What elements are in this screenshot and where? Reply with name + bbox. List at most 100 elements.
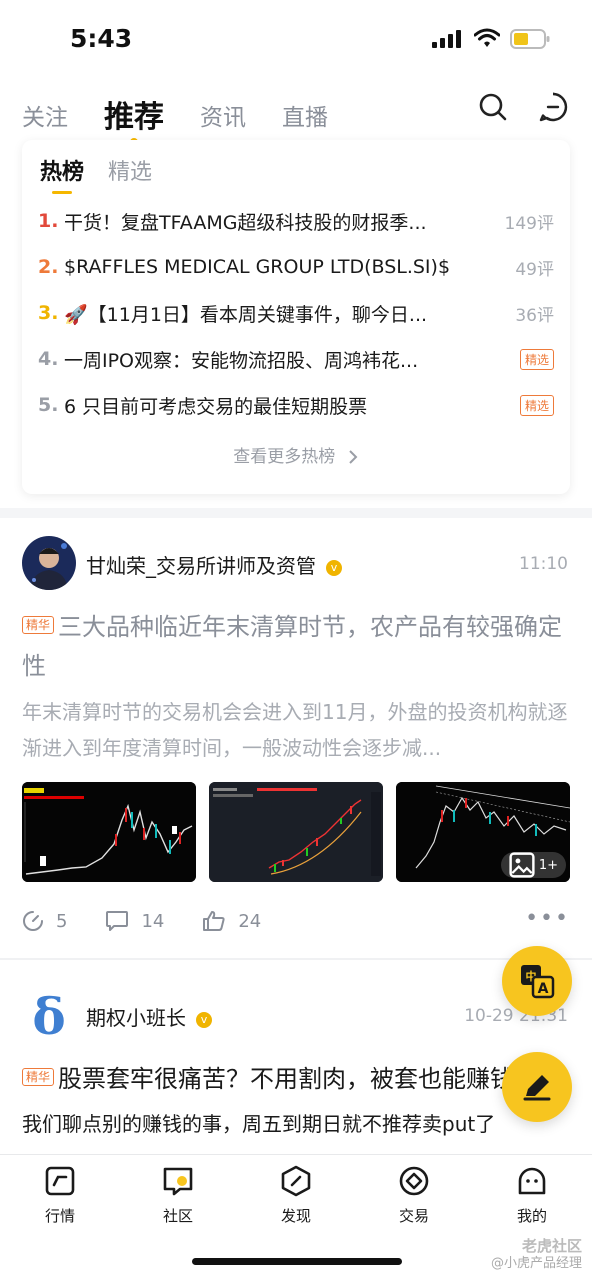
essence-badge: 精华 bbox=[22, 616, 55, 634]
more-images-badge: 1+ bbox=[500, 852, 566, 878]
list-item[interactable]: 2. $RAFFLES MEDICAL GROUP LTD(BSL.SI)$ 4… bbox=[38, 244, 554, 290]
like-button[interactable]: 24 bbox=[202, 910, 261, 932]
watermark: 老虎社区 @小虎产品经理 bbox=[491, 1238, 582, 1272]
section-divider bbox=[0, 958, 592, 960]
image-icon bbox=[509, 852, 535, 878]
nav-discover-label: 发现 bbox=[280, 1207, 311, 1225]
hot-item-title: 干货！复盘TFAAMG超级科技股的财报季... bbox=[64, 211, 427, 234]
hot-list-card: 热榜 精选 1. 干货！复盘TFAAMG超级科技股的财报季... 149评 2.… bbox=[22, 140, 570, 494]
tab-news[interactable]: 资讯 bbox=[200, 98, 246, 138]
profile-icon bbox=[518, 1167, 546, 1195]
more-images-count: 1+ bbox=[538, 857, 558, 873]
trade-icon bbox=[399, 1166, 429, 1196]
battery-icon bbox=[510, 29, 550, 49]
watermark-author: @小虎产品经理 bbox=[490, 1256, 582, 1271]
nav-market-label: 行情 bbox=[44, 1207, 75, 1225]
post-title[interactable]: 精华 三大品种临近年末清算时节，农产品有较强确定性 bbox=[22, 608, 562, 686]
post-title-text: 股票套牢很痛苦？不用割肉，被套也能赚钱 bbox=[58, 1065, 515, 1093]
verified-badge-icon: v bbox=[196, 1011, 212, 1028]
comment-count: 49评 bbox=[515, 259, 554, 280]
list-item[interactable]: 4. 一周IPO观察：安能物流招股、周鸿袆花... 精选 bbox=[38, 336, 554, 382]
chart-thumbnail[interactable]: 1+ bbox=[396, 782, 570, 882]
view-more-hot-link[interactable]: 查看更多热榜 bbox=[22, 442, 570, 467]
chart-thumbnail[interactable] bbox=[22, 782, 196, 882]
featured-badge: 精选 bbox=[519, 348, 554, 370]
avatar[interactable] bbox=[22, 536, 76, 590]
comment-button[interactable]: 14 bbox=[105, 910, 164, 932]
rank-number: 1. bbox=[38, 210, 59, 232]
svg-text:δ: δ bbox=[32, 988, 65, 1042]
market-icon bbox=[45, 1166, 75, 1196]
author-name[interactable]: 甘灿荣_交易所讲师及资管 v bbox=[86, 550, 342, 579]
like-count-value: 24 bbox=[238, 910, 262, 932]
comment-count: 149评 bbox=[504, 213, 554, 234]
translate-button[interactable]: 中 A bbox=[502, 946, 572, 1016]
status-bar: 5:43 bbox=[0, 0, 592, 80]
home-indicator[interactable] bbox=[192, 1258, 402, 1265]
post-title-text: 三大品种临近年末清算时节，农产品有较强确定性 bbox=[22, 613, 563, 680]
pencil-icon bbox=[523, 1075, 551, 1101]
nav-trade[interactable]: 交易 bbox=[374, 1165, 454, 1226]
author-label: 甘灿荣_交易所讲师及资管 bbox=[86, 554, 316, 578]
compass-icon bbox=[281, 1165, 311, 1197]
chart-thumbnail[interactable] bbox=[209, 782, 383, 882]
hot-item-title: 🚀【11月1日】看本周关键事件，聊今日... bbox=[64, 303, 428, 326]
list-item[interactable]: 3. 🚀【11月1日】看本周关键事件，聊今日... 36评 bbox=[38, 290, 554, 336]
post-actions: 5 14 24 ••• bbox=[22, 906, 570, 936]
status-time: 5:43 bbox=[70, 24, 133, 53]
nav-community-label: 社区 bbox=[162, 1207, 193, 1225]
tab-follow[interactable]: 关注 bbox=[22, 98, 68, 138]
nav-trade-label: 交易 bbox=[398, 1207, 429, 1225]
thumbs-up-icon bbox=[203, 911, 225, 931]
comment-count: 36评 bbox=[515, 305, 554, 326]
hot-item-title: 6 只目前可考虑交易的最佳短期股票 bbox=[64, 395, 368, 418]
list-item[interactable]: 1. 干货！复盘TFAAMG超级科技股的财报季... 149评 bbox=[38, 198, 554, 244]
comment-count-value: 14 bbox=[141, 910, 165, 932]
list-item[interactable]: 5. 6 只目前可考虑交易的最佳短期股票 精选 bbox=[38, 382, 554, 428]
section-divider bbox=[0, 508, 592, 518]
translate-big-label: A bbox=[538, 981, 549, 997]
hot-tabs: 热榜 精选 bbox=[40, 154, 176, 194]
essence-badge: 精华 bbox=[22, 1068, 55, 1086]
author-name[interactable]: 期权小班长 v bbox=[86, 1002, 212, 1031]
watermark-title: 老虎社区 bbox=[521, 1237, 582, 1255]
nav-me[interactable]: 我的 bbox=[492, 1165, 572, 1226]
signal-icon bbox=[432, 30, 461, 48]
gauge-icon bbox=[23, 911, 43, 931]
post-summary[interactable]: 年末清算时节的交易机会会进入到11月，外盘的投资机构就逐渐进入到年度清算时间，一… bbox=[22, 694, 570, 766]
nav-community[interactable]: 社区 bbox=[138, 1165, 218, 1226]
avatar[interactable]: δ bbox=[22, 988, 76, 1042]
tab-live[interactable]: 直播 bbox=[282, 98, 328, 138]
post-summary[interactable]: 我们聊点别的赚钱的事，周五到期日就不推荐卖put了 bbox=[22, 1106, 570, 1142]
comment-icon bbox=[106, 911, 129, 931]
view-more-label: 查看更多热榜 bbox=[233, 447, 336, 467]
hot-item-title: $RAFFLES MEDICAL GROUP LTD(BSL.SI)$ bbox=[64, 256, 451, 278]
tab-hot[interactable]: 热榜 bbox=[40, 154, 84, 194]
rank-number: 4. bbox=[38, 348, 59, 370]
rank-number: 3. bbox=[38, 302, 59, 324]
hot-item-title: 一周IPO观察：安能物流招股、周鸿袆花... bbox=[64, 349, 419, 372]
read-count[interactable]: 5 bbox=[22, 910, 67, 932]
tab-featured[interactable]: 精选 bbox=[108, 154, 152, 194]
rank-number: 2. bbox=[38, 256, 59, 278]
top-tab-bar: 关注 推荐 资讯 直播 bbox=[22, 88, 364, 146]
message-icon[interactable] bbox=[538, 92, 568, 122]
hot-list: 1. 干货！复盘TFAAMG超级科技股的财报季... 149评 2. $RAFF… bbox=[38, 198, 554, 428]
community-icon bbox=[163, 1167, 193, 1196]
nav-discover[interactable]: 发现 bbox=[256, 1165, 336, 1226]
author-label: 期权小班长 bbox=[86, 1006, 186, 1030]
verified-badge-icon: v bbox=[326, 559, 342, 576]
featured-badge: 精选 bbox=[519, 394, 554, 416]
post-title[interactable]: 精华 股票套牢很痛苦？不用割肉，被套也能赚钱 bbox=[22, 1060, 562, 1099]
search-icon[interactable] bbox=[478, 92, 508, 122]
nav-market[interactable]: 行情 bbox=[20, 1165, 100, 1226]
rank-number: 5. bbox=[38, 394, 59, 416]
post-time: 11:10 bbox=[519, 554, 568, 574]
wifi-icon bbox=[474, 28, 500, 47]
compose-button[interactable] bbox=[502, 1052, 572, 1122]
chevron-right-icon bbox=[348, 450, 358, 464]
nav-me-label: 我的 bbox=[516, 1207, 547, 1225]
tab-recommend[interactable]: 推荐 bbox=[104, 98, 164, 146]
post-images: 1+ bbox=[22, 782, 570, 882]
more-options-icon[interactable]: ••• bbox=[525, 906, 570, 931]
